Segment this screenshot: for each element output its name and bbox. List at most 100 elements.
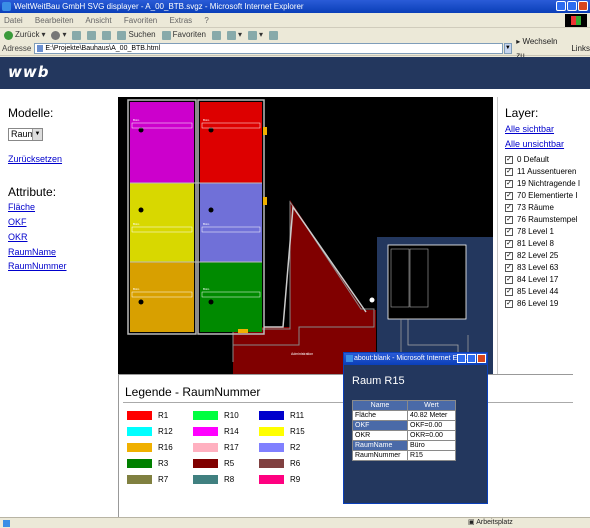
menu-favoriten[interactable]: Favoriten [124,16,157,25]
favorites-button[interactable]: Favoriten [161,28,206,42]
mail-button[interactable]: ▾ [226,28,242,42]
room-marker [138,299,144,305]
minimize-button[interactable] [556,1,566,11]
attribute-okf[interactable]: OKF [8,217,27,227]
layer-row[interactable]: ✓ 78 Level 1 [505,227,554,236]
floor-plan-view[interactable]: Büro Büro Büro Büro Büro Büro Administra… [118,97,493,374]
layer-row[interactable]: ✓ 84 Level 17 [505,275,558,284]
legend-swatch [127,443,152,452]
home-icon [102,30,112,40]
checkbox[interactable]: ✓ [505,227,513,236]
layer-row[interactable]: ✓ 81 Level 8 [505,239,554,248]
print-button[interactable]: ▾ [248,28,263,42]
col-header-name: Name [352,400,408,411]
checkbox[interactable]: ✓ [505,299,513,308]
forward-button[interactable]: ▾ [51,28,66,42]
ie-icon [346,355,353,362]
room-r15[interactable] [130,183,194,262]
layer-row[interactable]: ✓ 76 Raumstempel [505,215,577,224]
stop-button[interactable] [72,30,82,40]
show-all-link[interactable]: Alle sichtbar [505,124,554,134]
popup-window-controls [457,354,486,363]
refresh-icon [87,30,97,40]
popup-title: about:blank - Microsoft Internet Expl... [354,355,472,362]
room-label-r3: Büro [203,287,210,291]
checkbox[interactable]: ✓ [505,215,513,224]
checkbox[interactable]: ✓ [505,203,513,212]
layer-row[interactable]: ✓ 82 Level 25 [505,251,558,260]
reset-link[interactable]: Zurücksetzen [8,154,62,164]
attribute-raumnummer[interactable]: RaumNummer [8,261,67,271]
hide-all-link[interactable]: Alle unsichtbar [505,139,564,149]
checkbox[interactable]: ✓ [505,167,513,176]
back-button[interactable]: Zurück ▾ [4,28,45,42]
chevron-down-icon: ▼ [32,129,42,140]
legend-swatch [193,459,218,468]
attribute-flaeche[interactable]: Fläche [8,202,35,212]
maximize-button[interactable] [567,1,577,11]
checkbox[interactable]: ✓ [505,239,513,248]
checkbox[interactable]: ✓ [505,179,513,188]
legend-swatch [127,411,152,420]
popup-maximize-button[interactable] [467,354,476,363]
attr-value: OKF=0.00 [407,420,456,431]
room-r14[interactable] [130,102,194,183]
floor-plan-svg[interactable]: Büro Büro Büro Büro Büro Büro Administra… [118,97,493,374]
layer-row[interactable]: ✓ 73 Räume [505,203,554,212]
menu-extras[interactable]: Extras [169,16,192,25]
model-select[interactable]: Raum ▼ [8,128,43,141]
layer-row[interactable]: ✓ 0 Default [505,155,549,164]
links-button[interactable]: Links [571,42,590,56]
checkbox[interactable]: ✓ [505,263,513,272]
legend-swatch [259,459,284,468]
modelle-heading: Modelle: [8,106,54,120]
refresh-button[interactable] [87,30,97,40]
banner: wwb [0,57,590,89]
layer-row[interactable]: ✓ 86 Level 19 [505,299,558,308]
security-zone: ▣ Arbeitsplatz [468,519,513,526]
legend-swatch [193,443,218,452]
room-info-popup: about:blank - Microsoft Internet Expl...… [343,352,488,504]
layer-row[interactable]: ✓ 70 Elementierte I [505,191,577,200]
layer-row[interactable]: ✓ 85 Level 44 [505,287,558,296]
mail-icon [226,30,236,40]
attr-name: RaumName [352,440,408,451]
layer-row[interactable]: ✓ 83 Level 63 [505,263,558,272]
popup-close-button[interactable] [477,354,486,363]
table-row: RaumNummer R15 [352,450,456,461]
menu-bearbeiten[interactable]: Bearbeiten [35,16,74,25]
legend-swatch [127,459,152,468]
room-label-r15: Büro [133,222,140,226]
attribute-okr[interactable]: OKR [8,232,28,242]
home-button[interactable] [102,30,112,40]
close-button[interactable] [578,1,588,11]
checkbox[interactable]: ✓ [505,287,513,296]
attribute-raumname[interactable]: RaumName [8,247,56,257]
layer-heading: Layer: [505,106,539,120]
status-bar: ▣ Arbeitsplatz [0,517,590,528]
layer-row[interactable]: ✓ 19 Nichtragende I [505,179,580,188]
legend-item: R12 [127,427,173,436]
room-r1[interactable] [200,102,262,183]
checkbox[interactable]: ✓ [505,155,513,164]
menu-datei[interactable]: Datei [4,16,23,25]
attr-name: OKF [352,420,408,431]
overview-map[interactable] [387,244,467,320]
history-button[interactable] [211,30,221,40]
menu-help[interactable]: ? [204,16,208,25]
address-dropdown[interactable]: ▼ [503,43,513,54]
legend-item: R9 [259,475,300,484]
checkbox[interactable]: ✓ [505,275,513,284]
checkbox[interactable]: ✓ [505,191,513,200]
menu-ansicht[interactable]: Ansicht [85,16,111,25]
address-input[interactable]: E:\Projekte\Bauhaus\A_00_BTB.html [34,43,503,54]
layer-row[interactable]: ✓ 11 Aussentueren [505,167,576,176]
legend-swatch [259,411,284,420]
checkbox[interactable]: ✓ [505,251,513,260]
table-row: OKF OKF=0.00 [352,420,456,431]
legend-item: R8 [193,475,234,484]
attr-value: OKR=0.00 [407,430,456,441]
search-button[interactable]: Suchen [117,28,156,42]
popup-minimize-button[interactable] [457,354,466,363]
edit-button[interactable] [269,30,279,40]
